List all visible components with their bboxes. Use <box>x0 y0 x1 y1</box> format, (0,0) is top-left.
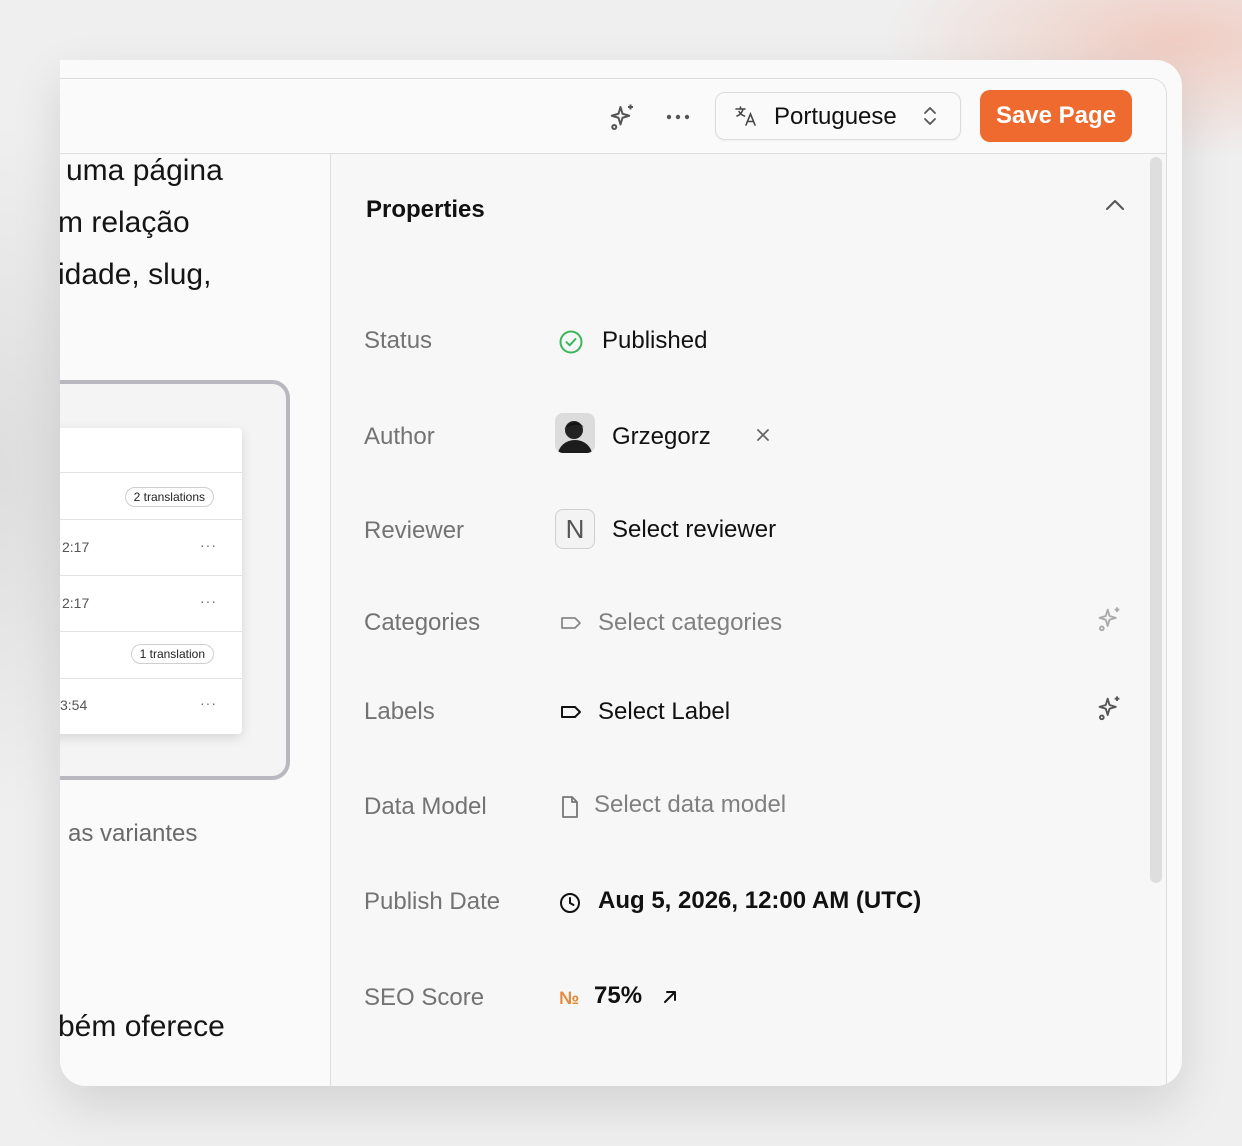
row-more-icon: ··· <box>200 593 217 609</box>
translations-list-card: 2 translations 2:17 ··· 2:17 ··· 1 trans… <box>60 428 242 734</box>
ai-sparkle-icon[interactable] <box>1096 605 1124 638</box>
translations-badge: 2 translations <box>124 487 214 507</box>
select-data-model[interactable]: Select data model <box>594 791 786 819</box>
select-label[interactable]: Select Label <box>598 698 730 726</box>
app-window: Portuguese Save Page uma página m relaçã… <box>60 60 1182 1086</box>
content-text-line: idade, slug, <box>60 258 212 291</box>
editor-panel: Portuguese Save Page uma página m relaçã… <box>60 78 1167 1086</box>
data-model-row: Data Model Select data model <box>331 781 1131 831</box>
data-model-label: Data Model <box>364 793 487 820</box>
select-reviewer[interactable]: Select reviewer <box>612 516 776 544</box>
seo-score-value: 75% <box>594 982 643 1009</box>
reviewer-initial-badge: N <box>555 509 595 549</box>
author-value[interactable]: Grzegorz <box>612 423 711 451</box>
arrow-up-right-icon[interactable] <box>660 987 680 1012</box>
author-label: Author <box>364 423 435 450</box>
content-text-line: as variantes <box>68 820 198 847</box>
chevron-up-icon[interactable] <box>1101 192 1129 225</box>
clock-icon <box>558 891 582 920</box>
save-page-button[interactable]: Save Page <box>980 90 1132 142</box>
categories-label: Categories <box>364 609 481 636</box>
properties-panel: Properties Status Published Author Grzeg… <box>331 154 1166 1086</box>
reviewer-row: Reviewer N Select reviewer <box>331 505 1131 555</box>
avatar <box>555 413 595 453</box>
language-label: Portuguese <box>774 103 897 130</box>
ai-sparkle-icon[interactable] <box>605 99 641 135</box>
author-row: Author Grzegorz <box>331 409 1131 459</box>
content-text-line: m relação <box>60 206 190 239</box>
numero-icon: № <box>559 988 580 1008</box>
labels-label: Labels <box>364 698 435 725</box>
categories-row: Categories Select categories <box>331 597 1131 647</box>
list-item: 3:54 ··· <box>60 678 242 735</box>
status-label: Status <box>364 327 433 354</box>
row-time: 3:54 <box>60 697 88 713</box>
close-icon[interactable] <box>755 427 771 448</box>
reviewer-label: Reviewer <box>364 517 465 544</box>
content-text-line: bém oferece <box>60 1010 225 1043</box>
tag-icon <box>559 615 583 636</box>
list-item: 2:17 ··· <box>60 519 242 576</box>
status-row: Status Published <box>331 317 1131 367</box>
label-tag-icon <box>559 704 583 725</box>
translations-badge: 1 translation <box>130 644 214 664</box>
row-more-icon: ··· <box>200 537 217 553</box>
check-circle-icon <box>558 329 584 360</box>
status-value[interactable]: Published <box>602 327 707 355</box>
publish-date-label: Publish Date <box>364 888 501 915</box>
list-item: 2:17 ··· <box>60 575 242 632</box>
publish-date-row: Publish Date Aug 5, 2026, 12:00 AM (UTC) <box>331 878 1131 928</box>
embedded-screenshot: 2 translations 2:17 ··· 2:17 ··· 1 trans… <box>60 380 290 780</box>
file-icon <box>560 795 580 824</box>
ai-sparkle-icon[interactable] <box>1096 694 1124 727</box>
select-categories[interactable]: Select categories <box>598 609 782 637</box>
translate-icon <box>734 104 758 133</box>
labels-row: Labels Select Label <box>331 686 1131 736</box>
content-editor[interactable]: uma página m relação idade, slug, 2 tran… <box>60 154 331 1086</box>
language-select[interactable]: Portuguese <box>715 92 961 140</box>
properties-scrollbar[interactable] <box>1150 157 1162 883</box>
row-time: 2:17 <box>62 539 90 555</box>
chevron-up-down-icon <box>921 104 939 133</box>
seo-score-row: SEO Score № 75% <box>331 974 1131 1024</box>
row-more-icon: ··· <box>200 695 217 711</box>
properties-title: Properties <box>366 196 485 223</box>
content-text-line: uma página <box>66 154 223 187</box>
seo-score-label: SEO Score <box>364 984 485 1011</box>
top-toolbar: Portuguese Save Page <box>60 79 1166 154</box>
publish-date-value[interactable]: Aug 5, 2026, 12:00 AM (UTC) <box>598 887 921 915</box>
more-options-icon[interactable] <box>660 99 696 135</box>
row-time: 2:17 <box>62 595 90 611</box>
list-item: 1 translation <box>60 631 242 679</box>
